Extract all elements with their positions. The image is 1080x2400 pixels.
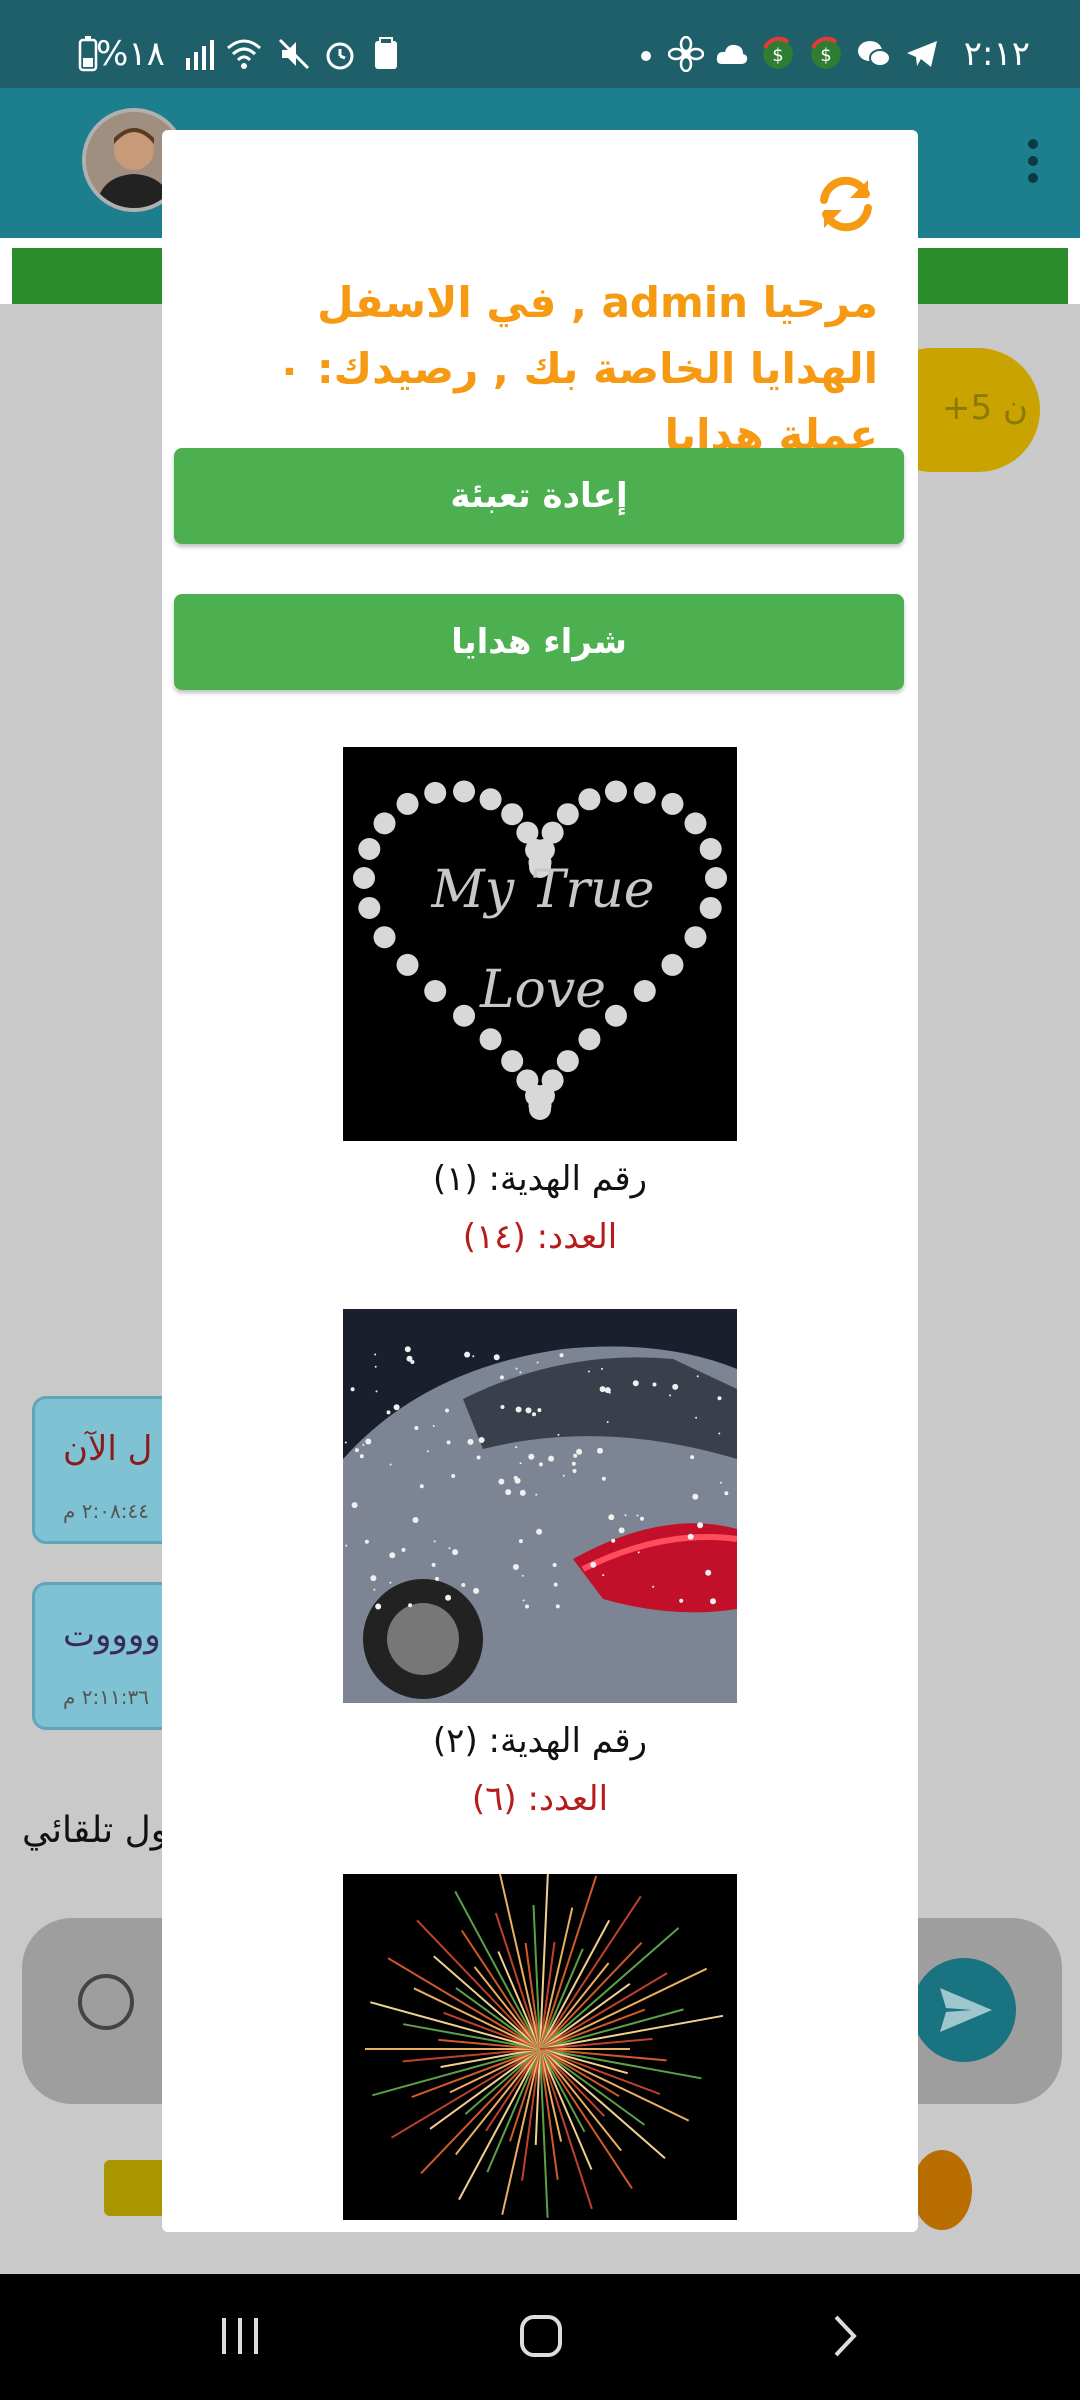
battery-percentage: %١٨ <box>96 34 165 74</box>
telegram-icon <box>907 41 937 67</box>
battery-icon <box>78 36 98 72</box>
car-gift-icon <box>343 1309 737 1703</box>
gift-image-car <box>343 1309 737 1703</box>
money-app-icon-2: $ <box>811 36 841 69</box>
gift-image-fireworks <box>343 1874 737 2220</box>
clipboard-icon <box>375 37 397 69</box>
gift-image-caption-line2: Love <box>479 960 606 1020</box>
recent-apps-icon[interactable] <box>218 2314 262 2358</box>
alarm-icon <box>326 42 354 70</box>
wechat-icon <box>858 41 891 67</box>
heart-gift-icon: My True Love <box>343 747 737 1141</box>
wifi-icon <box>227 39 261 69</box>
gift-count: العدد: (٦) <box>471 1779 609 1819</box>
gift-item[interactable] <box>162 1874 918 2232</box>
send-icon <box>940 1988 992 2032</box>
gift-number: رقم الهدية: (١) <box>432 1159 648 1199</box>
gift-number: رقم الهدية: (٢) <box>432 1721 648 1761</box>
more-menu-icon[interactable] <box>1026 138 1040 184</box>
dot-icon <box>641 51 651 61</box>
mute-icon <box>278 38 310 70</box>
buy-gifts-button[interactable]: شراء هدايا <box>174 594 904 690</box>
gift-item[interactable]: رقم الهدية: (٢) العدد: (٦) <box>162 1309 918 1869</box>
back-icon[interactable] <box>828 2313 862 2359</box>
fan-app-icon <box>668 36 704 72</box>
svg-text:$: $ <box>772 45 783 66</box>
auto-text: ول تلقائي <box>22 1810 169 1851</box>
chat-bubble-time: ٢:٠٨:٤٤ م <box>63 1499 149 1523</box>
status-bar: %١٨ $ $ ٢:١٢ <box>0 0 1080 88</box>
gift-image-heart: My True Love <box>343 747 737 1141</box>
send-button[interactable] <box>912 1958 1016 2062</box>
chat-bubble-text: ل الآن <box>63 1429 153 1469</box>
home-icon[interactable] <box>518 2313 564 2359</box>
chat-bubble-text: ووووت <box>63 1615 161 1655</box>
svg-text:$: $ <box>820 45 831 66</box>
gift-dialog: مرحيا admin , في الاسفل الهدايا الخاصة ب… <box>162 130 918 2232</box>
emoji-icon[interactable] <box>78 1974 134 2030</box>
clock-time: ٢:١٢ <box>963 34 1030 74</box>
fireworks-gift-icon <box>343 1874 737 2220</box>
signal-icon <box>186 40 214 70</box>
money-app-icon: $ <box>763 36 793 69</box>
gift-icon[interactable] <box>104 2160 168 2216</box>
recharge-button[interactable]: إعادة تعبئة <box>174 448 904 544</box>
gift-image-caption-line1: My True <box>431 860 655 920</box>
gift-count: العدد: (١٤) <box>462 1217 618 1257</box>
chat-bubble-time: ٢:١١:٣٦ م <box>63 1685 149 1709</box>
refresh-icon[interactable] <box>810 168 882 240</box>
cloud-icon <box>716 44 748 64</box>
face-emoji-icon[interactable] <box>912 2150 972 2230</box>
gift-item[interactable]: My True Love رقم الهدية: (١) العدد: (١٤) <box>162 747 918 1307</box>
welcome-message: مرحيا admin , في الاسفل الهدايا الخاصة ب… <box>276 278 878 459</box>
